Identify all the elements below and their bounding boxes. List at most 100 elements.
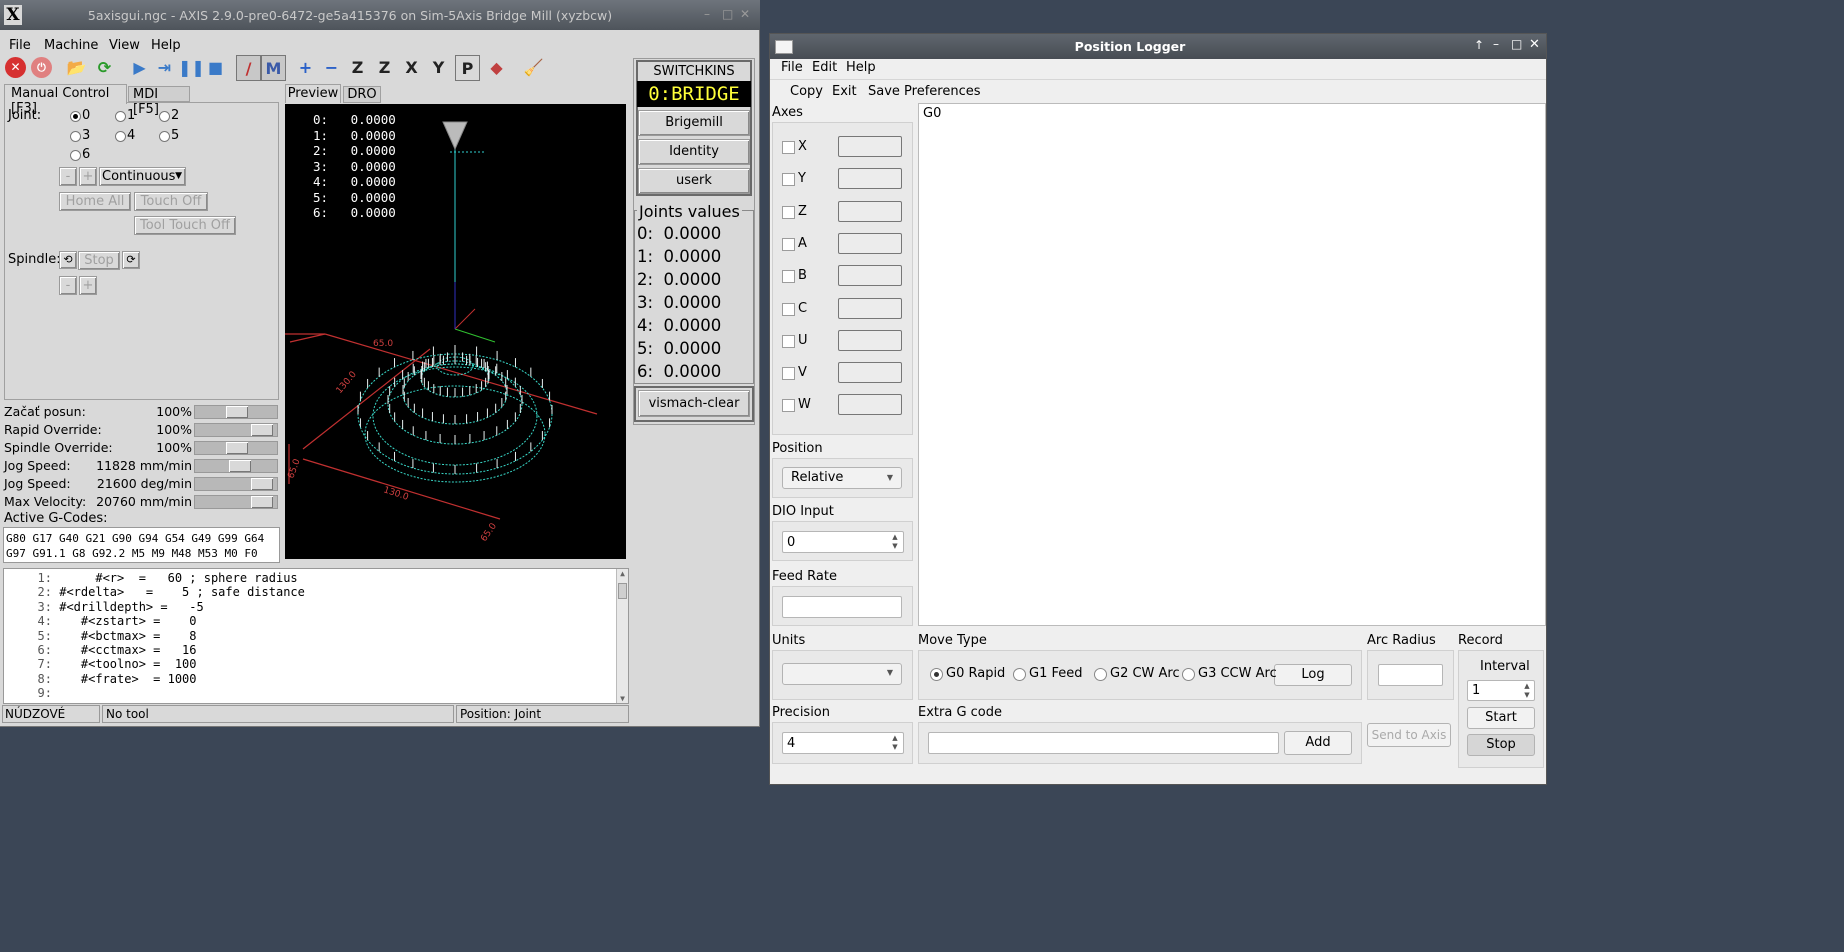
send-to-axis-button[interactable]: Send to Axis bbox=[1367, 723, 1451, 747]
axis-checkbox-a[interactable] bbox=[782, 237, 795, 251]
axis-checkbox-w[interactable] bbox=[782, 399, 795, 413]
axis-checkbox-y[interactable] bbox=[782, 173, 795, 187]
extra-gcode-input[interactable] bbox=[928, 732, 1279, 754]
spindle-ccw-icon[interactable]: ⟲ bbox=[59, 251, 77, 269]
menu-file[interactable]: File bbox=[9, 38, 31, 53]
run-icon[interactable]: ▶ bbox=[127, 55, 152, 80]
slider-thumb[interactable] bbox=[226, 406, 248, 418]
slider-thumb[interactable] bbox=[229, 460, 251, 472]
slider-track[interactable] bbox=[194, 405, 278, 419]
tab-dro[interactable]: DRO bbox=[343, 86, 381, 103]
optional-stop-icon[interactable]: M bbox=[261, 55, 286, 81]
axis-value-field[interactable] bbox=[838, 168, 902, 190]
axis-value-field[interactable] bbox=[838, 297, 902, 319]
copy-button[interactable]: Copy bbox=[790, 84, 823, 99]
minimize-icon[interactable]: – bbox=[1493, 37, 1499, 51]
jog-minus-button[interactable]: - bbox=[59, 167, 77, 186]
move-radio-3[interactable] bbox=[1182, 668, 1195, 681]
preview-canvas[interactable]: 65.0 130.0 130.0 65.0 65.0 0: 0.0000 1: 0… bbox=[285, 104, 626, 559]
view-z2-icon[interactable]: Z bbox=[372, 55, 397, 80]
tool-touch-off-button[interactable]: Tool Touch Off bbox=[134, 216, 236, 235]
axis-checkbox-v[interactable] bbox=[782, 367, 795, 381]
axis-value-field[interactable] bbox=[838, 232, 902, 254]
feed-rate-input[interactable] bbox=[782, 596, 902, 618]
dio-input[interactable]: 0 ▲ ▼ bbox=[782, 531, 904, 553]
view-z-icon[interactable]: Z bbox=[345, 55, 370, 80]
save-preferences-button[interactable]: Save Preferences bbox=[868, 84, 981, 99]
reload-icon[interactable]: ⟳ bbox=[92, 55, 117, 80]
spindle-plus-button[interactable]: + bbox=[79, 276, 97, 295]
exit-button[interactable]: Exit bbox=[832, 84, 857, 99]
power-icon[interactable]: ⏻ bbox=[31, 57, 52, 78]
vismach-clear-button[interactable]: vismach-clear bbox=[638, 390, 750, 417]
slider-track[interactable] bbox=[194, 459, 278, 473]
tab-manual-control[interactable]: Manual Control [F3] bbox=[4, 84, 127, 116]
joint-radio-6[interactable] bbox=[70, 150, 81, 161]
precision-input[interactable]: 4 ▲ ▼ bbox=[782, 732, 904, 754]
identity-button[interactable]: Identity bbox=[638, 139, 750, 165]
menu-help[interactable]: Help bbox=[151, 38, 181, 53]
home-all-button[interactable]: Home All bbox=[59, 192, 131, 211]
spin-arrows-icon[interactable]: ▲ ▼ bbox=[1521, 682, 1533, 700]
scroll-thumb[interactable] bbox=[618, 583, 627, 599]
position-select[interactable]: Relative ▼ bbox=[782, 467, 902, 489]
slider-track[interactable] bbox=[194, 495, 278, 509]
joint-radio-4[interactable] bbox=[115, 131, 126, 142]
maximize-icon[interactable]: □ bbox=[1511, 37, 1522, 51]
jog-mode-select[interactable]: Continuous ▼ bbox=[99, 167, 186, 186]
slider-track[interactable] bbox=[194, 423, 278, 437]
logger-menu-file[interactable]: File bbox=[781, 60, 803, 75]
maximize-icon[interactable]: □ bbox=[722, 7, 733, 21]
keep-above-icon[interactable]: ↑ bbox=[1474, 38, 1484, 52]
arc-radius-input[interactable] bbox=[1378, 664, 1443, 686]
log-text-area[interactable]: G0 bbox=[918, 103, 1546, 626]
joint-radio-0[interactable] bbox=[70, 111, 81, 122]
view-p-icon[interactable]: P bbox=[455, 55, 480, 81]
scroll-down-icon[interactable]: ▼ bbox=[617, 694, 628, 703]
stop-button[interactable]: Stop bbox=[1467, 734, 1535, 756]
zoom-out-icon[interactable]: − bbox=[319, 55, 344, 80]
spindle-cw-icon[interactable]: ⟳ bbox=[122, 251, 140, 269]
stop-icon[interactable]: ■ bbox=[203, 55, 228, 80]
joint-radio-1[interactable] bbox=[115, 111, 126, 122]
spin-arrows-icon[interactable]: ▲ ▼ bbox=[889, 734, 901, 752]
brigemill-button[interactable]: Brigemill bbox=[638, 110, 750, 136]
axis-checkbox-b[interactable] bbox=[782, 270, 795, 284]
move-radio-2[interactable] bbox=[1094, 668, 1107, 681]
slider-track[interactable] bbox=[194, 441, 278, 455]
zoom-in-icon[interactable]: + bbox=[293, 55, 318, 80]
axis-checkbox-c[interactable] bbox=[782, 302, 795, 316]
slider-thumb[interactable] bbox=[226, 442, 248, 454]
estop-icon[interactable]: ✕ bbox=[5, 57, 26, 78]
move-radio-0[interactable] bbox=[930, 668, 943, 681]
joint-radio-5[interactable] bbox=[159, 131, 170, 142]
step-icon[interactable]: ⇥ bbox=[152, 55, 177, 80]
pause-icon[interactable]: ❚❚ bbox=[178, 55, 205, 80]
jog-plus-button[interactable]: + bbox=[79, 167, 97, 186]
start-button[interactable]: Start bbox=[1467, 707, 1535, 729]
axis-value-field[interactable] bbox=[838, 362, 902, 384]
view-y-icon[interactable]: Y bbox=[426, 55, 451, 80]
minimize-icon[interactable]: – bbox=[704, 7, 710, 21]
view-x-icon[interactable]: X bbox=[399, 55, 424, 80]
logger-titlebar[interactable]: Position Logger ↑ – □ ✕ bbox=[770, 34, 1546, 59]
scroll-up-icon[interactable]: ▲ bbox=[617, 569, 628, 578]
scrollbar[interactable]: ▲ ▼ bbox=[616, 569, 628, 703]
close-icon[interactable]: ✕ bbox=[1529, 37, 1540, 52]
axis-checkbox-z[interactable] bbox=[782, 205, 795, 219]
spindle-minus-button[interactable]: - bbox=[59, 276, 77, 295]
axis-value-field[interactable] bbox=[838, 394, 902, 416]
gcode-listing[interactable]: 1: #<r> = 60 ; sphere radius 2: #<rdelta>… bbox=[3, 568, 629, 704]
axis-checkbox-x[interactable] bbox=[782, 141, 795, 154]
logger-menu-help[interactable]: Help bbox=[846, 60, 876, 75]
block-delete-icon[interactable]: / bbox=[236, 55, 261, 81]
tab-mdi[interactable]: MDI [F5] bbox=[128, 86, 190, 117]
axis-titlebar[interactable]: X 5axisgui.ngc - AXIS 2.9.0-pre0-6472-ge… bbox=[0, 0, 760, 30]
menu-view[interactable]: View bbox=[109, 38, 140, 53]
tab-preview[interactable]: Preview bbox=[285, 84, 341, 103]
touch-off-button[interactable]: Touch Off bbox=[134, 192, 208, 211]
spin-arrows-icon[interactable]: ▲ ▼ bbox=[889, 533, 901, 551]
clear-live-plot-icon[interactable]: 🧹 bbox=[521, 55, 546, 80]
axis-checkbox-u[interactable] bbox=[782, 334, 795, 348]
slider-thumb[interactable] bbox=[251, 424, 273, 436]
